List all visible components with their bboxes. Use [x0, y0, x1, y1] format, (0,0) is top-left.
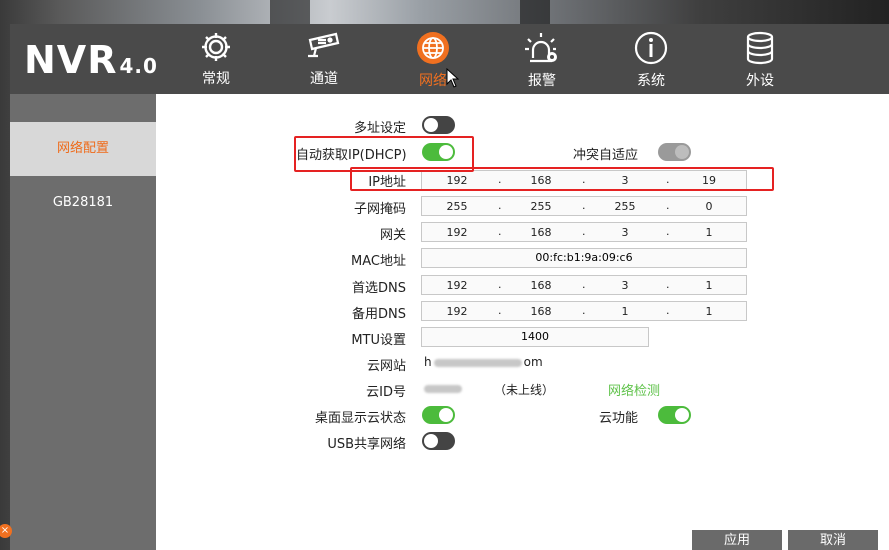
desktop-cloud-status-label: 桌面显示云状态	[314, 411, 406, 426]
nav-channel[interactable]: 通道	[284, 28, 364, 92]
subnet-mask-field[interactable]: 255. 255. 255. 0	[421, 196, 747, 216]
ip-highlight-box	[350, 167, 774, 191]
apply-button[interactable]: 应用	[692, 530, 782, 550]
camera-icon	[284, 30, 364, 64]
mouse-cursor-icon	[446, 67, 460, 92]
top-menu-bar: NVR 4.0 常规 通道 网络 报警 系统 外设	[10, 24, 889, 94]
nav-peripheral[interactable]: 外设	[720, 28, 800, 92]
gear-icon	[176, 30, 256, 64]
sidebar-item-gb28181[interactable]: GB28181	[10, 176, 156, 230]
nav-alarm[interactable]: 报警	[502, 28, 582, 92]
secondary-dns-label: 备用DNS	[352, 307, 406, 322]
network-config-panel: 多址设定 自动获取IP(DHCP) 冲突自适应 IP地址 192. 168. 3…	[156, 94, 889, 550]
mtu-label: MTU设置	[351, 333, 406, 348]
cloud-site-label: 云网站	[366, 359, 406, 374]
info-icon	[611, 30, 691, 66]
globe-icon	[393, 30, 473, 66]
nav-general[interactable]: 常规	[176, 28, 256, 92]
conflict-adapt-toggle[interactable]	[658, 143, 691, 161]
mac-address-field: 00:fc:b1:9a:09:c6	[421, 248, 747, 268]
usb-share-toggle[interactable]	[422, 432, 455, 450]
primary-dns-label: 首选DNS	[352, 281, 406, 296]
secondary-dns-field[interactable]: 192. 168. 1. 1	[421, 301, 747, 321]
desktop-cloud-status-toggle[interactable]	[422, 406, 455, 424]
gateway-label: 网关	[379, 228, 406, 243]
gateway-field[interactable]: 192. 168. 3. 1	[421, 222, 747, 242]
cloud-status-text: （未上线）	[494, 383, 555, 397]
cloud-id-value	[424, 381, 462, 395]
nvr-logo: NVR 4.0	[24, 38, 158, 82]
nav-system[interactable]: 系统	[611, 28, 691, 92]
subnet-mask-label: 子网掩码	[353, 202, 406, 217]
alarm-icon	[502, 30, 582, 66]
cancel-button[interactable]: 取消	[788, 530, 878, 550]
database-icon	[720, 30, 800, 66]
network-check-link[interactable]: 网络检测	[608, 380, 660, 399]
primary-dns-field[interactable]: 192. 168. 3. 1	[421, 275, 747, 295]
nav-network[interactable]: 网络	[393, 28, 473, 92]
mtu-field[interactable]: 1400	[421, 327, 649, 347]
mac-address-label: MAC地址	[351, 254, 406, 269]
screen: NVR 4.0 常规 通道 网络 报警 系统 外设 网络配置 GB28181 多…	[0, 0, 889, 550]
sidebar: 网络配置 GB28181	[10, 94, 156, 550]
cloud-id-label: 云ID号	[366, 385, 406, 400]
conflict-adapt-label: 冲突自适应	[572, 148, 638, 163]
cloud-site-value: h om	[424, 355, 543, 369]
sidebar-item-network-config[interactable]: 网络配置	[10, 122, 156, 176]
cloud-function-toggle[interactable]	[658, 406, 691, 424]
settings-window: NVR 4.0 常规 通道 网络 报警 系统 外设 网络配置 GB28181 多…	[10, 24, 889, 550]
multi-address-toggle[interactable]	[422, 116, 455, 134]
cloud-function-label: 云功能	[598, 411, 638, 426]
multi-address-label: 多址设定	[353, 121, 406, 136]
usb-share-label: USB共享网络	[327, 437, 406, 452]
